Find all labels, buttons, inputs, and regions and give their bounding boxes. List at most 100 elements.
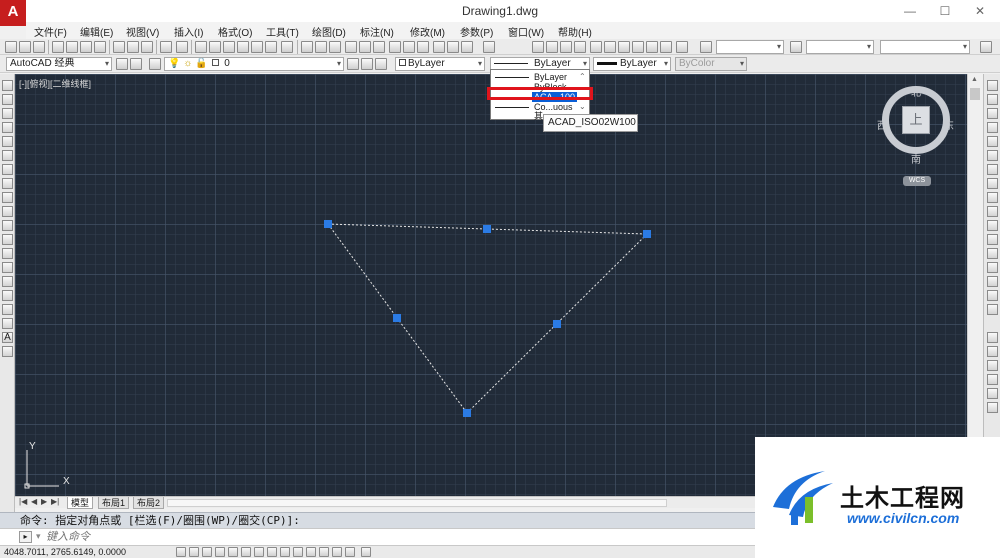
make-block-icon[interactable] — [2, 248, 13, 259]
chamfer-icon[interactable] — [987, 276, 998, 287]
cut-icon-2[interactable] — [389, 41, 401, 53]
explode-icon[interactable] — [987, 332, 998, 343]
preview-icon-2[interactable] — [359, 41, 371, 53]
break-at-point-icon[interactable] — [987, 234, 998, 245]
print-icon-2[interactable] — [345, 41, 357, 53]
menu-edit[interactable]: 编辑(E) — [80, 24, 113, 39]
midpoint-grip[interactable] — [393, 314, 401, 322]
calculator-icon[interactable] — [265, 41, 277, 53]
zoom-previous-icon[interactable] — [574, 41, 586, 53]
multileader-style-icon[interactable] — [980, 41, 992, 53]
block-editor-icon[interactable] — [447, 41, 459, 53]
text-style-combo[interactable]: ▾ — [716, 40, 784, 54]
ellipse-arc-icon[interactable] — [2, 220, 13, 231]
layer-properties-icon[interactable] — [149, 58, 161, 70]
polar-tracking-icon[interactable] — [228, 547, 238, 557]
redo-icon-2[interactable] — [483, 41, 495, 53]
viewport-controls-label[interactable]: [-][俯视][二维线框] — [19, 77, 91, 90]
minimize-button[interactable]: — — [898, 2, 922, 20]
fillet-icon[interactable] — [987, 290, 998, 301]
offset-icon[interactable] — [987, 122, 998, 133]
polyline-icon[interactable] — [2, 108, 13, 119]
midpoint-grip[interactable] — [553, 320, 561, 328]
dynamic-ucs-icon[interactable] — [280, 547, 290, 557]
match-properties-icon[interactable] — [433, 41, 445, 53]
annotation-monitor-icon[interactable] — [361, 547, 371, 557]
markup-icon-2[interactable] — [646, 41, 658, 53]
compass-east[interactable]: 东 — [944, 117, 954, 132]
dynamic-input-icon[interactable] — [293, 547, 303, 557]
add-selected-icon[interactable] — [2, 346, 13, 357]
markup-icon[interactable] — [251, 41, 263, 53]
dim-style-icon[interactable] — [790, 41, 802, 53]
object-snap-tracking-icon[interactable] — [267, 547, 277, 557]
layer-previous-icon[interactable] — [361, 58, 373, 70]
stretch-icon[interactable] — [987, 192, 998, 203]
text-style-icon[interactable] — [700, 41, 712, 53]
design-center-icon-2[interactable] — [604, 41, 616, 53]
drawing-canvas[interactable]: Y X — [15, 74, 967, 496]
tab-nav-prev-icon[interactable]: ◀ — [31, 497, 37, 506]
close-button[interactable]: ✕ — [968, 2, 992, 20]
workspace-settings-icon[interactable] — [116, 58, 128, 70]
save-icon-2[interactable] — [329, 41, 341, 53]
scale-icon[interactable] — [987, 178, 998, 189]
draw-order-icon[interactable] — [987, 346, 998, 357]
mirror-icon[interactable] — [987, 108, 998, 119]
paste-icon-2[interactable] — [417, 41, 429, 53]
color-combo[interactable]: ByLayer ▾ — [395, 57, 485, 71]
zoom-window-icon[interactable] — [560, 41, 572, 53]
copy-icon[interactable] — [127, 41, 139, 53]
undo-icon[interactable] — [160, 41, 172, 53]
command-prompt-icon[interactable]: ▸ — [19, 531, 32, 543]
break-icon[interactable] — [987, 248, 998, 259]
save-icon[interactable] — [33, 41, 45, 53]
help-icon[interactable] — [281, 41, 293, 53]
layer-states-icon[interactable] — [375, 58, 387, 70]
polyline-edit-icon[interactable] — [987, 374, 998, 385]
linetype-option-bylayer[interactable]: ByLayer ⌃ — [491, 72, 589, 82]
vertex-grip[interactable] — [463, 409, 471, 417]
insert-block-icon[interactable] — [2, 234, 13, 245]
array-icon[interactable] — [987, 136, 998, 147]
spline-icon[interactable] — [2, 192, 13, 203]
design-center-icon[interactable] — [209, 41, 221, 53]
line-icon[interactable] — [2, 80, 13, 91]
3d-object-snap-icon[interactable] — [254, 547, 264, 557]
object-snap-icon[interactable] — [241, 547, 251, 557]
publish-icon-2[interactable] — [373, 41, 385, 53]
maximize-button[interactable]: ☐ — [933, 2, 957, 20]
workspace-save-icon[interactable] — [130, 58, 142, 70]
compass-west[interactable]: 西 — [877, 117, 887, 132]
rectangle-icon[interactable] — [2, 136, 13, 147]
preview-icon[interactable] — [66, 41, 78, 53]
command-input[interactable] — [46, 530, 746, 544]
tab-layout1[interactable]: 布局1 — [98, 497, 130, 509]
menu-tools[interactable]: 工具(T) — [266, 24, 299, 39]
menu-view[interactable]: 视图(V) — [126, 24, 159, 39]
viewcube-top-face[interactable]: 上 — [902, 106, 930, 134]
print-icon[interactable] — [52, 41, 64, 53]
zoom-realtime-icon[interactable] — [546, 41, 558, 53]
sheet-set-icon[interactable] — [237, 41, 249, 53]
menu-draw[interactable]: 绘图(D) — [312, 24, 346, 39]
trim-icon[interactable] — [987, 206, 998, 217]
3d-print-icon[interactable] — [94, 41, 106, 53]
blend-icon[interactable] — [987, 304, 998, 315]
open-icon-2[interactable] — [315, 41, 327, 53]
selection-cycling-icon[interactable] — [345, 547, 355, 557]
construction-line-icon[interactable] — [2, 94, 13, 105]
arc-icon[interactable] — [2, 150, 13, 161]
menu-modify[interactable]: 修改(M) — [410, 24, 445, 39]
menu-parameters[interactable]: 参数(P) — [460, 24, 493, 39]
layer-combo[interactable]: 💡 ☼ 🔓 0 ▾ — [164, 57, 344, 71]
circle-icon[interactable] — [2, 164, 13, 175]
tool-palettes-icon-2[interactable] — [618, 41, 630, 53]
cut-icon[interactable] — [113, 41, 125, 53]
help-icon-2[interactable] — [676, 41, 688, 53]
paste-icon[interactable] — [141, 41, 153, 53]
polygon-icon[interactable] — [2, 122, 13, 133]
wcs-menu[interactable]: WCS — [903, 176, 931, 186]
publish-icon[interactable] — [80, 41, 92, 53]
menu-dimension[interactable]: 标注(N) — [360, 24, 394, 39]
